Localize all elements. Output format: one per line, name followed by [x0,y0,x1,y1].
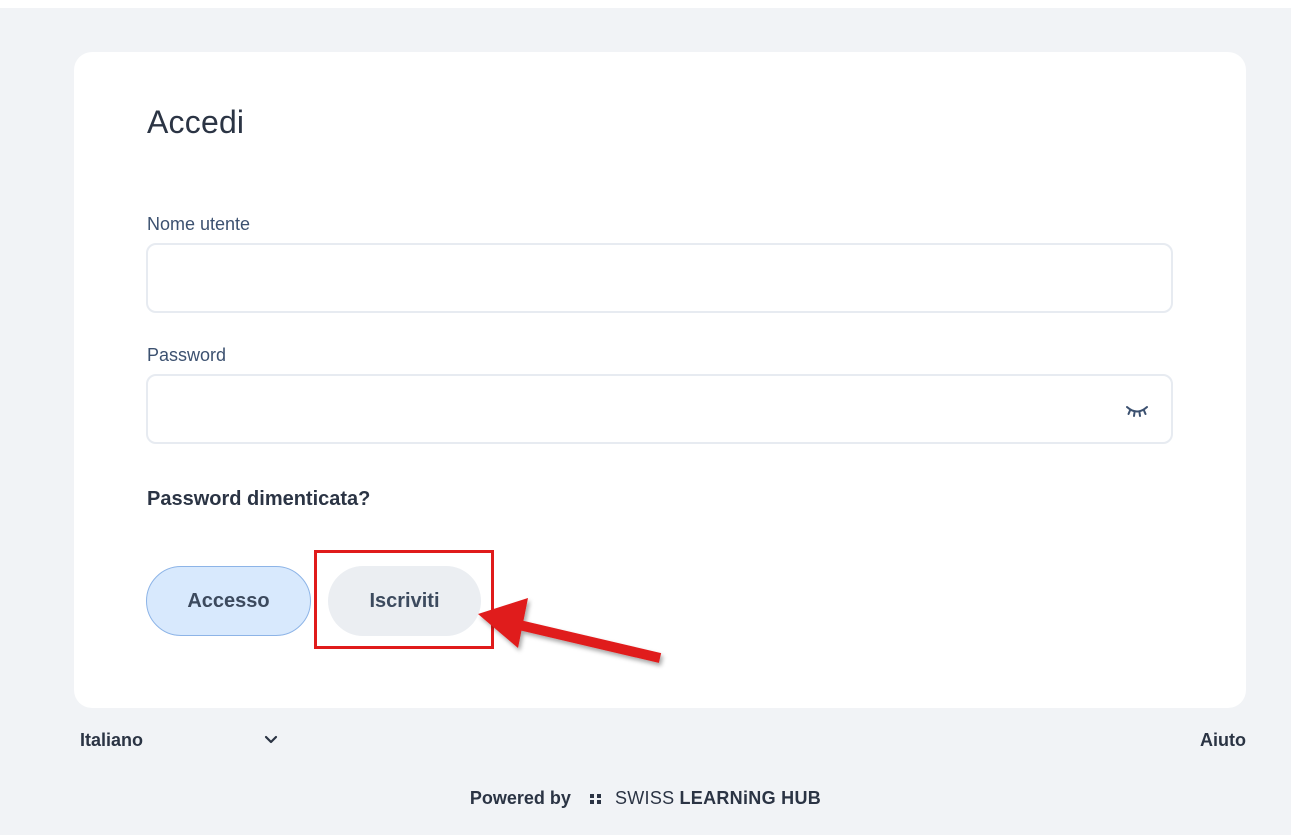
top-strip [0,0,1291,8]
help-link[interactable]: Aiuto [1200,730,1246,751]
password-label: Password [147,345,227,365]
brand-name-light: SWISS [614,788,675,808]
brand-name-bold: LEARNiNG HUB [679,788,822,808]
username-label: Nome utente [147,214,251,234]
login-button[interactable]: Accesso [146,566,311,636]
chevron-down-icon [264,735,278,744]
username-field-wrapper [146,243,1173,313]
password-input[interactable] [148,376,1171,442]
brand-dots-icon [589,794,601,805]
page-title: Accedi [147,104,245,140]
eye-closed-icon[interactable] [1125,398,1149,422]
annotation-highlight-box [314,550,494,649]
forgot-password-link[interactable]: Password dimenticata? [147,488,370,511]
username-input[interactable] [148,245,1171,311]
password-field-wrapper [146,374,1173,444]
powered-by: Powered by SWISS LEARNiNG HUB [0,788,1291,809]
language-selector[interactable]: Italiano [80,730,280,751]
language-label: Italiano [80,730,144,750]
powered-by-label: Powered by [469,788,571,808]
red-arrow-icon [478,598,662,663]
